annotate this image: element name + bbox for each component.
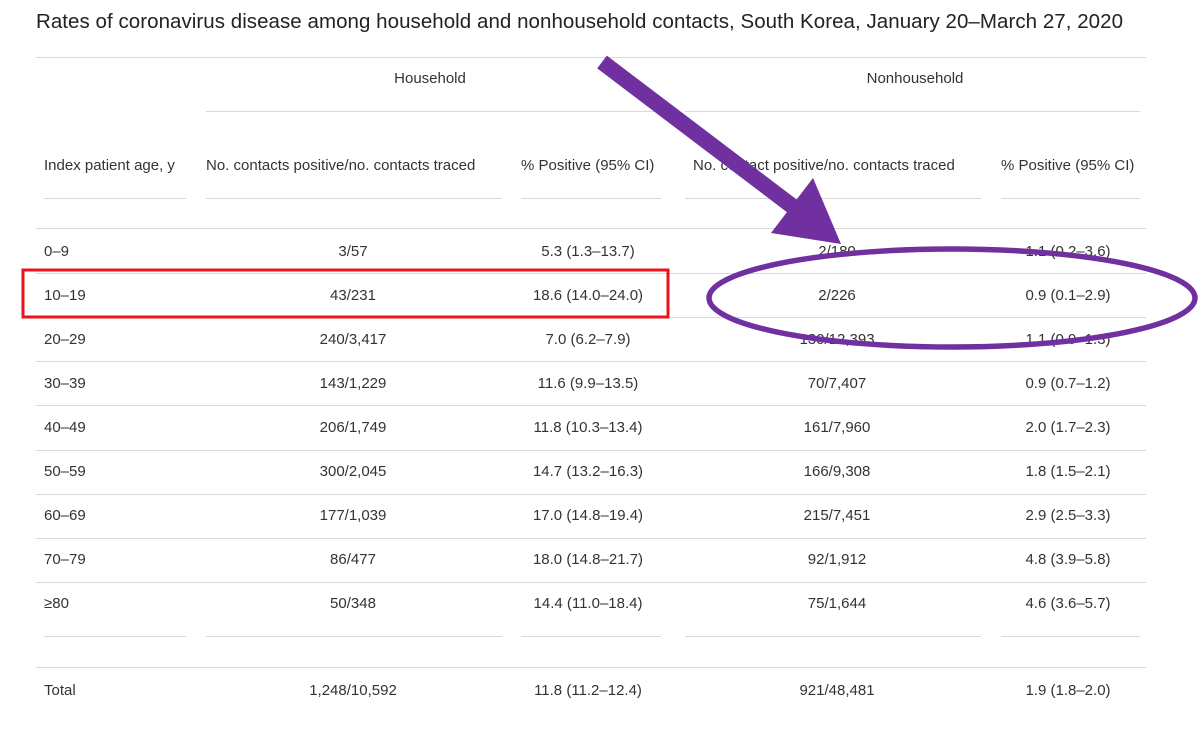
arrow-shaft [597,55,797,213]
annotation-overlay [21,55,1198,350]
arrow-head [771,178,841,244]
highlight-box [21,268,670,319]
highlight-ellipse [706,246,1198,350]
